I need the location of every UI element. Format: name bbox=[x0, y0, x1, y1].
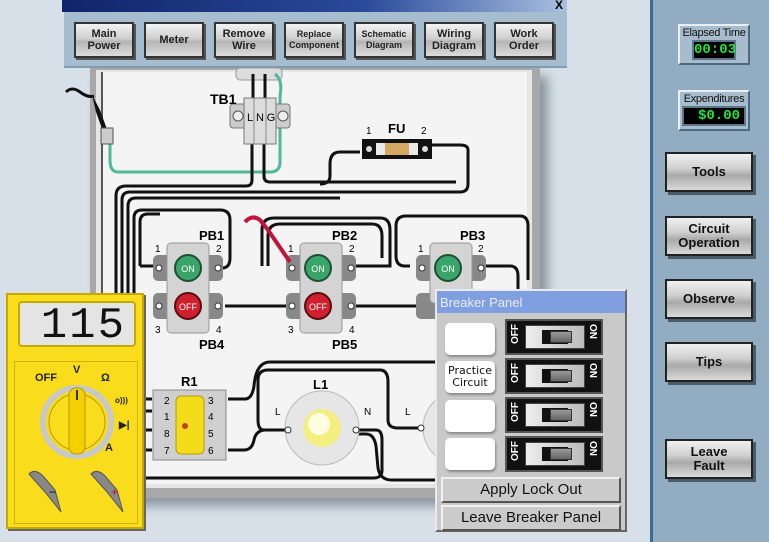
svg-text:6: 6 bbox=[208, 446, 214, 457]
breaker-1: OFF ON bbox=[505, 319, 603, 355]
pb4-label: PB4 bbox=[199, 337, 225, 352]
pb4-off-button[interactable]: OFF bbox=[174, 292, 202, 320]
expenditures-label: Expenditures bbox=[683, 93, 745, 105]
breaker-2-toggle[interactable] bbox=[525, 364, 585, 388]
r1-label: R1 bbox=[181, 374, 198, 389]
breaker-1-toggle[interactable] bbox=[525, 325, 585, 349]
svg-text:1: 1 bbox=[418, 244, 424, 255]
selector-dial[interactable] bbox=[40, 385, 114, 459]
svg-text:4: 4 bbox=[208, 412, 214, 423]
svg-text:1: 1 bbox=[164, 412, 170, 423]
lamp-l1[interactable] bbox=[284, 390, 360, 466]
ground-lug bbox=[100, 127, 114, 145]
circuit-label-practice: Practice Circuit bbox=[445, 361, 495, 393]
expenditures-value: $0.00 bbox=[682, 106, 746, 126]
svg-text:N: N bbox=[364, 407, 371, 418]
observe-button[interactable]: Observe bbox=[665, 279, 753, 319]
svg-text:4: 4 bbox=[216, 325, 222, 336]
svg-text:2: 2 bbox=[349, 244, 355, 255]
svg-text:4: 4 bbox=[349, 325, 355, 336]
svg-text:5: 5 bbox=[208, 429, 214, 440]
svg-text:+: + bbox=[111, 485, 118, 499]
svg-text:1: 1 bbox=[288, 244, 294, 255]
pb2-label: PB2 bbox=[332, 228, 357, 243]
probe-jack-positive[interactable]: + bbox=[90, 470, 124, 513]
multimeter[interactable]: 115 OFF V Ω o))) ▶| A − + bbox=[6, 293, 144, 529]
breaker-2: OFF ON bbox=[505, 358, 603, 394]
leave-fault-button[interactable]: Leave Fault bbox=[665, 439, 753, 479]
tips-button[interactable]: Tips bbox=[665, 342, 753, 382]
pb5-label: PB5 bbox=[332, 337, 357, 352]
elapsed-time-value: 00:03 bbox=[692, 40, 737, 60]
circuit-label-4 bbox=[445, 438, 495, 470]
svg-text:3: 3 bbox=[155, 325, 161, 336]
tb1-terminal-l: L bbox=[247, 112, 253, 124]
l1-label: L1 bbox=[313, 377, 328, 392]
meter-display: 115 bbox=[18, 301, 136, 349]
pb2-on-button[interactable]: ON bbox=[304, 254, 332, 282]
svg-text:7: 7 bbox=[164, 446, 170, 457]
pb1-on-button[interactable]: ON bbox=[174, 254, 202, 282]
meter-graphics: − + bbox=[28, 385, 124, 513]
svg-text:2: 2 bbox=[164, 396, 170, 407]
breaker-3: OFF ON bbox=[505, 397, 603, 433]
fu-pin1-label: 1 bbox=[366, 126, 372, 137]
elapsed-time-label: Elapsed Time bbox=[682, 27, 746, 39]
circuit-label-3 bbox=[445, 400, 495, 432]
pb3-on-button[interactable]: ON bbox=[434, 254, 462, 282]
probe-jack-negative[interactable]: − bbox=[28, 470, 62, 513]
svg-text:ON: ON bbox=[181, 264, 195, 274]
svg-text:3: 3 bbox=[288, 325, 294, 336]
breaker-4: OFF ON bbox=[505, 436, 603, 472]
tb1-terminal-g: G bbox=[267, 112, 276, 124]
svg-text:2: 2 bbox=[478, 244, 484, 255]
pb3-label: PB3 bbox=[460, 228, 485, 243]
breaker-4-toggle[interactable] bbox=[525, 442, 585, 466]
tools-button[interactable]: Tools bbox=[665, 152, 753, 192]
fuse-fu[interactable] bbox=[362, 139, 432, 159]
tb1-terminal-n: N bbox=[256, 112, 264, 124]
circuit-operation-button[interactable]: Circuit Operation bbox=[665, 216, 753, 256]
svg-text:1: 1 bbox=[155, 244, 161, 255]
expenditures-box: Expenditures $0.00 bbox=[678, 90, 750, 131]
leave-breaker-panel-button[interactable]: Leave Breaker Panel bbox=[441, 505, 621, 531]
meter-body: OFF V Ω o))) ▶| A − + bbox=[14, 361, 138, 524]
svg-text:OFF: OFF bbox=[309, 302, 327, 312]
fu-label: FU bbox=[388, 121, 405, 136]
elapsed-time-box: Elapsed Time 00:03 bbox=[678, 24, 750, 65]
simulator-window: X Main Power Meter Remove Wire Replace C… bbox=[0, 0, 769, 542]
breaker-3-toggle[interactable] bbox=[525, 403, 585, 427]
circuit-label-1 bbox=[445, 323, 495, 355]
svg-text:2: 2 bbox=[216, 244, 222, 255]
fu-pin2-label: 2 bbox=[421, 126, 427, 137]
svg-text:ON: ON bbox=[441, 264, 455, 274]
pb5-off-button[interactable]: OFF bbox=[304, 292, 332, 320]
svg-text:L: L bbox=[275, 407, 281, 418]
svg-text:3: 3 bbox=[208, 396, 214, 407]
svg-text:−: − bbox=[49, 485, 56, 499]
svg-text:8: 8 bbox=[164, 429, 170, 440]
svg-text:ON: ON bbox=[311, 264, 325, 274]
power-cord bbox=[64, 87, 95, 98]
breaker-panel-title: Breaker Panel bbox=[437, 291, 625, 313]
svg-text:OFF: OFF bbox=[179, 302, 197, 312]
tb1-label: TB1 bbox=[210, 91, 237, 107]
breaker-panel: Breaker Panel Practice Circuit OFF ON OF… bbox=[435, 289, 627, 532]
svg-text:L: L bbox=[405, 407, 411, 418]
apply-lock-out-button[interactable]: Apply Lock Out bbox=[441, 477, 621, 503]
pb1-label: PB1 bbox=[199, 228, 224, 243]
